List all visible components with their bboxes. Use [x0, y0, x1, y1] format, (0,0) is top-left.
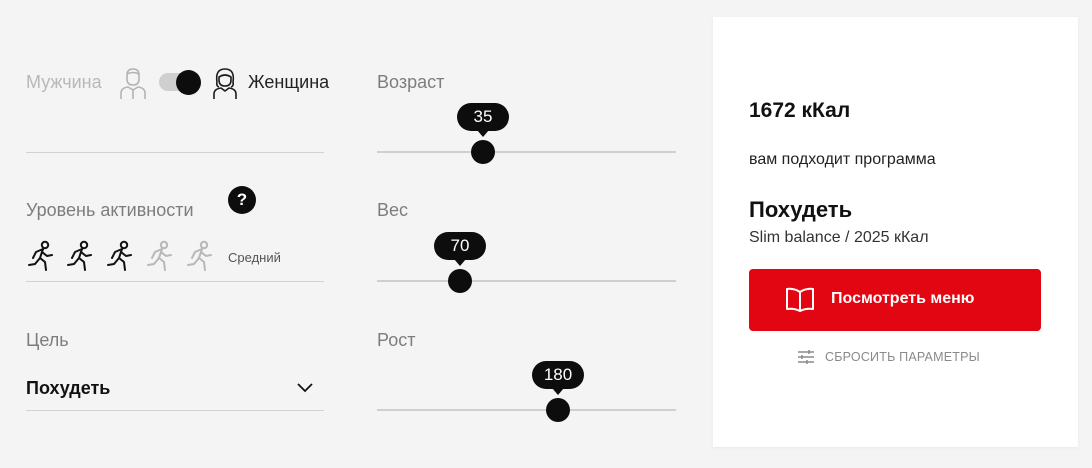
calories-value: 1672 кКал — [749, 99, 851, 122]
running-person-icon[interactable] — [185, 240, 215, 272]
program-title: Похудеть — [749, 197, 853, 222]
gender-male-label[interactable]: Мужчина — [26, 72, 102, 93]
gender-toggle-knob[interactable] — [176, 70, 201, 95]
goal-selected-value: Похудеть — [26, 378, 111, 398]
chevron-down-icon — [297, 383, 313, 393]
activity-field-line — [26, 281, 324, 282]
view-menu-label: Посмотреть меню — [831, 290, 975, 307]
height-label: Рост — [377, 330, 416, 350]
age-slider-track[interactable] — [377, 151, 676, 153]
goal-select[interactable]: Похудеть — [26, 368, 324, 408]
running-person-icon[interactable] — [26, 240, 56, 272]
height-value-bubble: 180 — [532, 361, 584, 395]
activity-level-text: Средний — [228, 250, 281, 265]
book-icon — [786, 287, 814, 312]
weight-slider-track[interactable] — [377, 280, 676, 282]
gender-female-label[interactable]: Женщина — [248, 72, 329, 93]
goal-field-line — [26, 410, 324, 411]
running-person-icon[interactable] — [105, 240, 135, 272]
activity-label: Уровень активности — [26, 200, 194, 220]
program-intro: вам подходит программа — [749, 151, 936, 168]
settings-sliders-icon — [798, 350, 814, 364]
view-menu-button[interactable]: Посмотреть меню — [749, 269, 1041, 331]
age-label: Возраст — [377, 72, 445, 92]
running-person-icon[interactable] — [65, 240, 95, 272]
height-slider-track[interactable] — [377, 409, 676, 411]
running-person-icon[interactable] — [145, 240, 175, 272]
weight-slider-thumb[interactable] — [448, 269, 472, 293]
height-slider-thumb[interactable] — [546, 398, 570, 422]
reset-params-label: СБРОСИТЬ ПАРАМЕТРЫ — [825, 350, 980, 364]
age-value-bubble: 35 — [457, 103, 509, 137]
female-user-icon[interactable] — [212, 66, 238, 100]
male-user-icon[interactable] — [118, 66, 148, 100]
goal-label: Цель — [26, 330, 69, 350]
result-card: 1672 кКал вам подходит программа Похудет… — [713, 17, 1078, 447]
weight-label: Вес — [377, 200, 409, 220]
weight-value-bubble: 70 — [434, 232, 486, 266]
gender-field-line — [26, 152, 324, 153]
program-detail: Slim balance / 2025 кКал — [749, 229, 929, 246]
help-icon[interactable]: ? — [228, 186, 256, 214]
age-slider-thumb[interactable] — [471, 140, 495, 164]
